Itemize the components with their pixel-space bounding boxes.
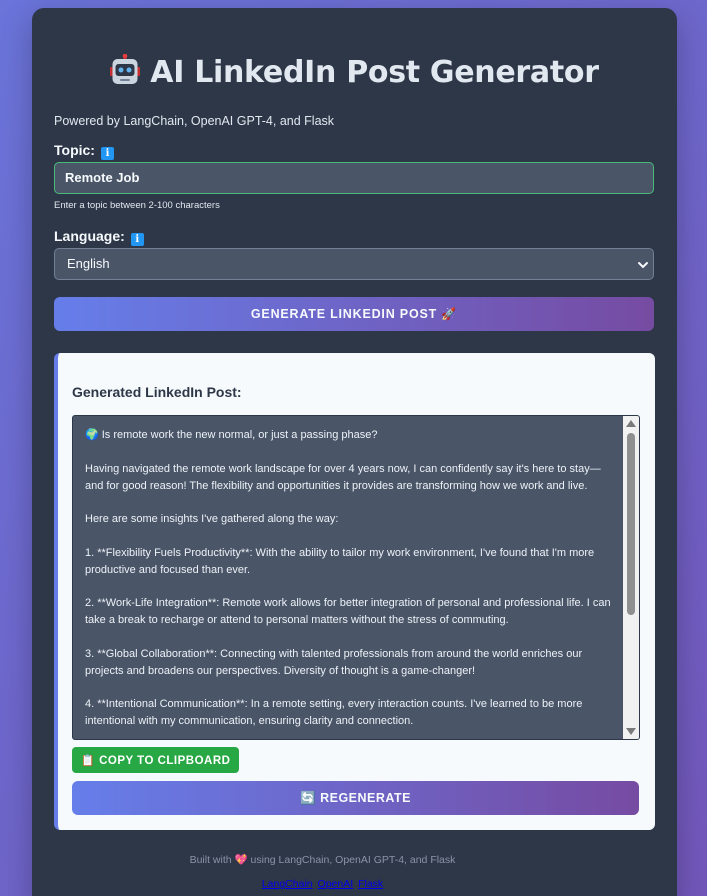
rocket-icon: 🚀	[441, 307, 458, 321]
powered-by-text: Powered by LangChain, OpenAI GPT-4, and …	[54, 114, 335, 128]
post-paragraph: 1. **Flexibility Fuels Productivity**: W…	[85, 546, 595, 576]
language-label-text: Language:	[54, 228, 125, 244]
info-icon[interactable]: i	[130, 233, 144, 246]
language-select[interactable]: English	[54, 248, 654, 280]
scroll-down-arrow-icon[interactable]	[626, 728, 636, 735]
chevron-down-icon	[638, 262, 648, 269]
footer-text-after: using LangChain, OpenAI GPT-4, and Flask	[250, 854, 456, 866]
generate-button-label: GENERATE LINKEDIN POST	[250, 307, 438, 321]
post-paragraph: Here are some insights I've gathered alo…	[85, 513, 339, 525]
title-text: AI LinkedIn Post Generator	[150, 55, 599, 90]
language-select-value: English	[67, 256, 110, 271]
flask-link[interactable]: Flask	[358, 878, 383, 890]
langchain-link[interactable]: LangChain	[262, 878, 313, 890]
footer-text-before: Built with	[189, 854, 232, 866]
regenerate-button[interactable]: 🔄 REGENERATE	[72, 781, 639, 815]
topic-label: Topic: i	[54, 142, 114, 160]
main-card: AI LinkedIn Post Generator Powered by La…	[32, 8, 677, 896]
info-icon[interactable]: i	[100, 147, 114, 160]
scroll-up-arrow-icon[interactable]	[626, 420, 636, 427]
topic-hint: Enter a topic between 2-100 characters	[54, 200, 220, 211]
post-paragraph: 2. **Work-Life Integration**: Remote wor…	[85, 597, 611, 626]
scrollbar-thumb[interactable]	[627, 433, 635, 615]
generate-button[interactable]: GENERATE LINKEDIN POST 🚀	[54, 297, 654, 331]
copy-button-label: COPY TO CLIPBOARD	[99, 755, 231, 767]
result-title: Generated LinkedIn Post:	[72, 384, 242, 400]
topic-label-text: Topic:	[54, 142, 95, 158]
footer-links: LangChain OpenAI Flask	[0, 878, 645, 890]
robot-icon	[110, 54, 141, 84]
copy-to-clipboard-button[interactable]: 📋 COPY TO CLIPBOARD	[72, 747, 239, 773]
refresh-icon: 🔄	[300, 790, 317, 805]
post-paragraph: 4. **Intentional Communication**: In a r…	[85, 698, 583, 727]
post-textarea[interactable]: 🌍 Is remote work the new normal, or just…	[72, 415, 640, 740]
post-paragraph: 3. **Global Collaboration**: Connecting …	[85, 647, 583, 677]
regenerate-button-label: REGENERATE	[320, 791, 411, 805]
post-paragraph: Having navigated the remote work landsca…	[85, 462, 601, 492]
scrollbar[interactable]	[623, 416, 639, 739]
heart-icon: 💖	[234, 854, 248, 866]
post-text: 🌍 Is remote work the new normal, or just…	[85, 427, 615, 739]
language-label: Language: i	[54, 228, 144, 246]
clipboard-icon: 📋	[80, 753, 96, 767]
footer-text: Built with 💖 using LangChain, OpenAI GPT…	[0, 853, 645, 866]
post-paragraph: 🌍 Is remote work the new normal, or just…	[85, 429, 378, 441]
page-title: AI LinkedIn Post Generator	[32, 54, 677, 90]
topic-input-value: Remote Job	[65, 170, 140, 185]
result-panel: Generated LinkedIn Post: 🌍 Is remote wor…	[54, 353, 655, 830]
openai-link[interactable]: OpenAI	[318, 878, 354, 890]
topic-input[interactable]: Remote Job	[54, 162, 654, 194]
